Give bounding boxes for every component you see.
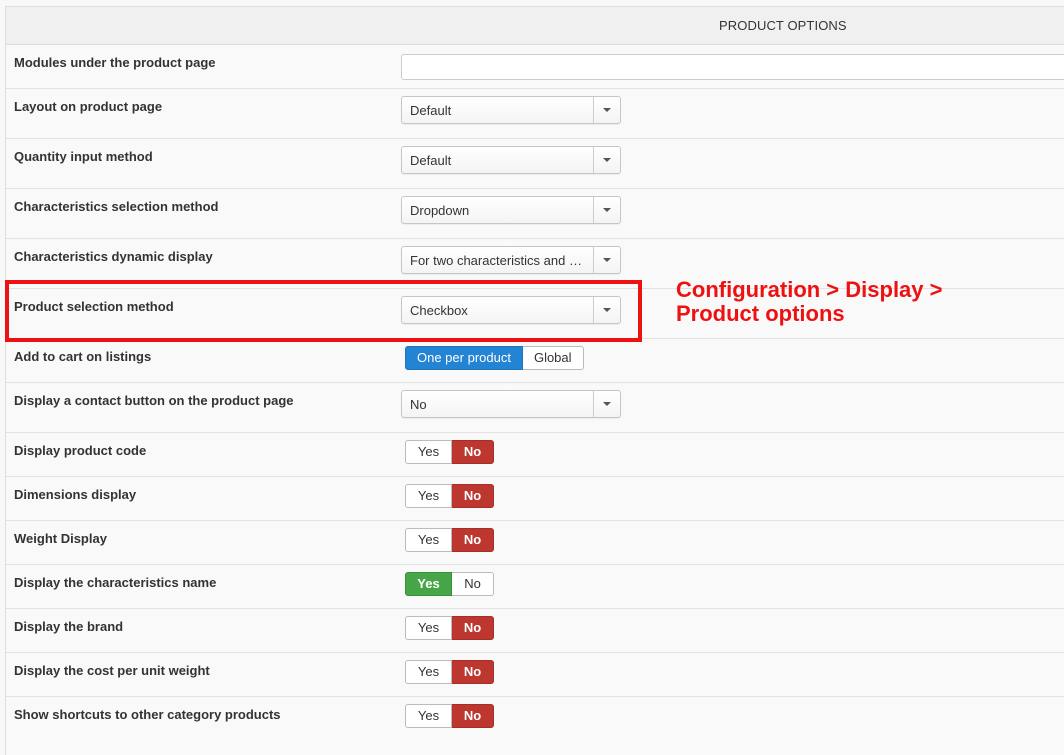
chevron-down-icon (603, 402, 611, 406)
row-label: Quantity input method (14, 149, 153, 164)
row-label: Add to cart on listings (14, 349, 152, 364)
row-label: Display the cost per unit weight (14, 663, 210, 678)
select-value: Dropdown (410, 203, 470, 218)
global-button[interactable]: Global (522, 346, 584, 370)
characteristics-dynamic-select[interactable]: For two characteristics and m... (401, 246, 621, 274)
quantity-select[interactable]: Default (401, 146, 621, 174)
row-label: Display product code (14, 443, 147, 458)
row-label: Display the brand (14, 619, 124, 634)
panel-title: PRODUCT OPTIONS (719, 18, 847, 33)
select-toggle[interactable] (593, 197, 620, 223)
row-brand: Display the brand Yes No (6, 609, 1064, 653)
select-value: For two characteristics and m... (410, 253, 590, 268)
no-button[interactable]: No (452, 484, 494, 508)
characteristics-name-toggle: Yes No (405, 572, 494, 596)
row-product-code: Display product code Yes No (6, 433, 1064, 477)
contact-button-select[interactable]: No (401, 390, 621, 418)
row-label: Characteristics dynamic display (14, 249, 213, 264)
yes-button[interactable]: Yes (405, 528, 452, 552)
chevron-down-icon (603, 158, 611, 162)
annotation-text: Configuration > Display > Product option… (676, 278, 942, 326)
row-label: Layout on product page (14, 99, 163, 114)
select-toggle[interactable] (593, 97, 620, 123)
no-button[interactable]: No (452, 660, 494, 684)
highlight-box (5, 280, 642, 342)
select-value: Default (410, 153, 452, 168)
yes-button[interactable]: Yes (405, 572, 452, 596)
product-options-panel: PRODUCT OPTIONS Modules under the produc… (5, 6, 1064, 755)
select-toggle[interactable] (593, 247, 620, 273)
no-button[interactable]: No (452, 704, 494, 728)
yes-button[interactable]: Yes (405, 660, 452, 684)
row-layout: Layout on product page Default (6, 89, 1064, 139)
row-modules: Modules under the product page (6, 45, 1064, 89)
row-label: Modules under the product page (14, 55, 216, 70)
no-button[interactable]: No (452, 616, 494, 640)
select-toggle[interactable] (593, 147, 620, 173)
yes-button[interactable]: Yes (405, 484, 452, 508)
chevron-down-icon (603, 208, 611, 212)
annotation-line-2: Product options (676, 301, 845, 326)
brand-toggle: Yes No (405, 616, 494, 640)
layout-select[interactable]: Default (401, 96, 621, 124)
yes-button[interactable]: Yes (405, 704, 452, 728)
row-add-to-cart: Add to cart on listings One per product … (6, 339, 1064, 383)
one-per-product-button[interactable]: One per product (405, 346, 523, 370)
row-label: Characteristics selection method (14, 199, 219, 214)
select-value: No (410, 397, 427, 412)
select-toggle[interactable] (593, 391, 620, 417)
chevron-down-icon (603, 108, 611, 112)
row-label: Weight Display (14, 531, 107, 546)
row-label: Display a contact button on the product … (14, 393, 294, 408)
cost-per-unit-toggle: Yes No (405, 660, 494, 684)
weight-toggle: Yes No (405, 528, 494, 552)
row-contact-button: Display a contact button on the product … (6, 383, 1064, 433)
annotation-line-1: Configuration > Display > (676, 277, 943, 302)
modules-input[interactable] (401, 54, 1064, 80)
row-label: Display the characteristics name (14, 575, 217, 590)
row-label: Dimensions display (14, 487, 137, 502)
no-button[interactable]: No (452, 528, 494, 552)
panel-header: PRODUCT OPTIONS (6, 7, 1064, 45)
product-code-toggle: Yes No (405, 440, 494, 464)
yes-button[interactable]: Yes (405, 616, 452, 640)
row-dimensions: Dimensions display Yes No (6, 477, 1064, 521)
select-value: Default (410, 103, 452, 118)
no-button[interactable]: No (452, 440, 494, 464)
no-button[interactable]: No (452, 572, 494, 596)
row-shortcuts: Show shortcuts to other category product… (6, 697, 1064, 755)
add-to-cart-toggle: One per product Global (405, 346, 584, 370)
dimensions-toggle: Yes No (405, 484, 494, 508)
characteristics-selection-select[interactable]: Dropdown (401, 196, 621, 224)
chevron-down-icon (603, 258, 611, 262)
row-quantity: Quantity input method Default (6, 139, 1064, 189)
row-cost-per-unit: Display the cost per unit weight Yes No (6, 653, 1064, 697)
shortcuts-toggle: Yes No (405, 704, 494, 728)
row-weight: Weight Display Yes No (6, 521, 1064, 565)
row-characteristics-selection: Characteristics selection method Dropdow… (6, 189, 1064, 239)
yes-button[interactable]: Yes (405, 440, 452, 464)
row-characteristics-name: Display the characteristics name Yes No (6, 565, 1064, 609)
row-label: Show shortcuts to other category product… (14, 707, 281, 722)
